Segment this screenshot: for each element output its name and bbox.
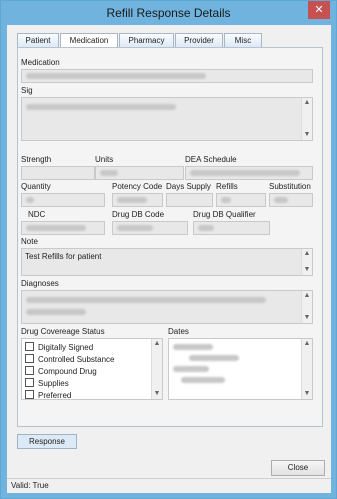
scroll-up-icon[interactable]: ▲ (302, 249, 312, 259)
note-label: Note (21, 237, 38, 246)
drug-coverage-list[interactable]: Digitally Signed Controlled Substance Co… (21, 338, 163, 400)
strength-field[interactable] (21, 166, 95, 180)
diagnoses-textarea[interactable]: ▲ ▼ (21, 290, 313, 324)
checkbox-icon[interactable] (25, 390, 34, 399)
drug-db-code-label: Drug DB Code (112, 210, 165, 219)
note-scrollbar[interactable]: ▲ ▼ (301, 249, 312, 275)
checkbox-preferred[interactable]: Preferred (25, 390, 72, 400)
drug-coverage-status-label: Drug Covereage Status (21, 327, 105, 336)
scroll-down-icon[interactable]: ▼ (302, 389, 312, 399)
dates-label: Dates (168, 327, 189, 336)
quantity-label: Quantity (21, 182, 51, 191)
scroll-down-icon[interactable]: ▼ (302, 265, 312, 275)
units-label: Units (95, 155, 114, 164)
dates-scrollbar[interactable]: ▲ ▼ (301, 339, 312, 399)
medication-panel: Medication Sig ▲ ▼ Strength Units DEA Sc… (17, 47, 323, 427)
diagnoses-scrollbar[interactable]: ▲ ▼ (301, 291, 312, 323)
scroll-up-icon[interactable]: ▲ (152, 339, 162, 349)
coverage-scrollbar[interactable]: ▲ ▼ (151, 339, 162, 399)
status-bar: Valid: True (7, 478, 331, 493)
scroll-down-icon[interactable]: ▼ (152, 389, 162, 399)
scroll-up-icon[interactable]: ▲ (302, 339, 312, 349)
checkbox-digitally-signed[interactable]: Digitally Signed (25, 342, 93, 352)
checkbox-label: Compound Drug (38, 367, 97, 376)
dea-schedule-label: DEA Schedule (185, 155, 237, 164)
checkbox-label: Preferred (38, 391, 72, 400)
window-close-button[interactable]: ✕ (308, 1, 330, 19)
sig-textarea[interactable]: ▲ ▼ (21, 97, 313, 141)
potency-code-field[interactable] (112, 193, 163, 207)
tab-medication[interactable]: Medication (60, 33, 118, 48)
window-title: Refill Response Details (106, 6, 231, 20)
strength-label: Strength (21, 155, 52, 164)
sig-label: Sig (21, 86, 33, 95)
days-supply-label: Days Supply (166, 182, 211, 191)
close-button[interactable]: Close (271, 460, 325, 476)
tab-response[interactable]: Response (17, 434, 77, 449)
dialog-window: Refill Response Details ✕ Patient Medica… (0, 0, 337, 499)
checkbox-icon[interactable] (25, 378, 34, 387)
tab-provider[interactable]: Provider (175, 33, 223, 48)
ndc-label: NDC (28, 210, 46, 219)
substitution-field[interactable] (269, 193, 313, 207)
medication-label: Medication (21, 58, 60, 67)
substitution-label: Substitution (269, 182, 311, 191)
checkbox-icon[interactable] (25, 366, 34, 375)
dates-list[interactable]: ▲ ▼ (168, 338, 313, 400)
drug-db-code-field[interactable] (112, 221, 188, 235)
medication-field[interactable] (21, 69, 313, 83)
checkbox-label: Controlled Substance (38, 355, 115, 364)
checkbox-icon[interactable] (25, 354, 34, 363)
status-text: Valid: True (11, 481, 49, 490)
scroll-down-icon[interactable]: ▼ (302, 313, 312, 323)
days-supply-field[interactable] (166, 193, 213, 207)
refills-field[interactable] (216, 193, 266, 207)
checkbox-icon[interactable] (25, 342, 34, 351)
tab-patient[interactable]: Patient (17, 33, 59, 48)
checkbox-supplies[interactable]: Supplies (25, 378, 69, 388)
ndc-field[interactable] (21, 221, 105, 235)
refills-label: Refills (216, 182, 238, 191)
diagnoses-label: Diagnoses (21, 279, 59, 288)
note-text: Test Refills for patient (25, 252, 102, 261)
potency-code-label: Potency Code (112, 182, 163, 191)
checkbox-label: Digitally Signed (38, 343, 94, 352)
tab-pharmacy[interactable]: Pharmacy (119, 33, 174, 48)
dialog-client-area: Patient Medication Pharmacy Provider Mis… (7, 25, 331, 493)
scroll-up-icon[interactable]: ▲ (302, 291, 312, 301)
scroll-up-icon[interactable]: ▲ (302, 98, 312, 108)
quantity-field[interactable] (21, 193, 105, 207)
tab-misc[interactable]: Misc (224, 33, 262, 48)
checkbox-label: Supplies (38, 379, 69, 388)
title-bar[interactable]: Refill Response Details ✕ (1, 1, 336, 25)
checkbox-compound-drug[interactable]: Compound Drug (25, 366, 97, 376)
scroll-down-icon[interactable]: ▼ (302, 130, 312, 140)
sig-scrollbar[interactable]: ▲ ▼ (301, 98, 312, 140)
units-field[interactable] (95, 166, 184, 180)
drug-db-qualifier-field[interactable] (193, 221, 270, 235)
drug-db-qualifier-label: Drug DB Qualifier (193, 210, 256, 219)
checkbox-controlled-substance[interactable]: Controlled Substance (25, 354, 115, 364)
dea-schedule-field[interactable] (185, 166, 313, 180)
note-textarea[interactable]: Test Refills for patient ▲ ▼ (21, 248, 313, 276)
